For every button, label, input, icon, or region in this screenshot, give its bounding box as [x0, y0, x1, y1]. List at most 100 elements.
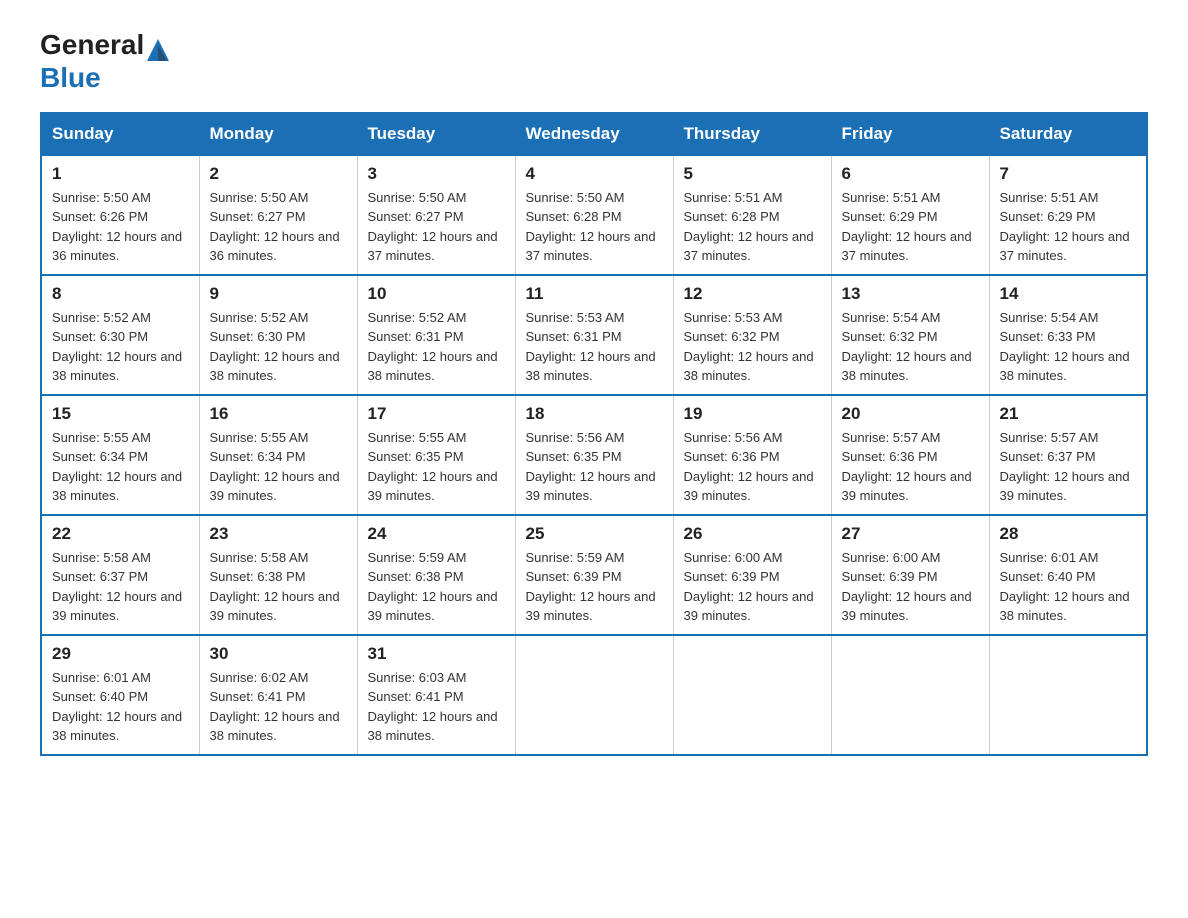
day-cell: 11 Sunrise: 5:53 AMSunset: 6:31 PMDaylig… — [515, 275, 673, 395]
day-number: 27 — [842, 524, 979, 544]
day-info: Sunrise: 5:51 AMSunset: 6:29 PMDaylight:… — [1000, 190, 1130, 264]
col-header-wednesday: Wednesday — [515, 113, 673, 155]
calendar-header-row: SundayMondayTuesdayWednesdayThursdayFrid… — [41, 113, 1147, 155]
day-cell: 12 Sunrise: 5:53 AMSunset: 6:32 PMDaylig… — [673, 275, 831, 395]
day-info: Sunrise: 5:52 AMSunset: 6:30 PMDaylight:… — [210, 310, 340, 384]
day-cell: 9 Sunrise: 5:52 AMSunset: 6:30 PMDayligh… — [199, 275, 357, 395]
day-info: Sunrise: 5:50 AMSunset: 6:26 PMDaylight:… — [52, 190, 182, 264]
day-cell: 31 Sunrise: 6:03 AMSunset: 6:41 PMDaylig… — [357, 635, 515, 755]
day-number: 18 — [526, 404, 663, 424]
day-info: Sunrise: 5:55 AMSunset: 6:35 PMDaylight:… — [368, 430, 498, 504]
day-cell: 18 Sunrise: 5:56 AMSunset: 6:35 PMDaylig… — [515, 395, 673, 515]
day-cell: 4 Sunrise: 5:50 AMSunset: 6:28 PMDayligh… — [515, 155, 673, 275]
day-cell: 26 Sunrise: 6:00 AMSunset: 6:39 PMDaylig… — [673, 515, 831, 635]
day-number: 15 — [52, 404, 189, 424]
day-info: Sunrise: 5:50 AMSunset: 6:28 PMDaylight:… — [526, 190, 656, 264]
day-cell: 30 Sunrise: 6:02 AMSunset: 6:41 PMDaylig… — [199, 635, 357, 755]
col-header-tuesday: Tuesday — [357, 113, 515, 155]
day-number: 20 — [842, 404, 979, 424]
day-number: 13 — [842, 284, 979, 304]
day-number: 21 — [1000, 404, 1137, 424]
day-number: 4 — [526, 164, 663, 184]
day-cell: 16 Sunrise: 5:55 AMSunset: 6:34 PMDaylig… — [199, 395, 357, 515]
col-header-sunday: Sunday — [41, 113, 199, 155]
day-cell: 27 Sunrise: 6:00 AMSunset: 6:39 PMDaylig… — [831, 515, 989, 635]
day-number: 12 — [684, 284, 821, 304]
day-info: Sunrise: 5:55 AMSunset: 6:34 PMDaylight:… — [210, 430, 340, 504]
day-info: Sunrise: 5:51 AMSunset: 6:28 PMDaylight:… — [684, 190, 814, 264]
day-number: 10 — [368, 284, 505, 304]
day-cell: 17 Sunrise: 5:55 AMSunset: 6:35 PMDaylig… — [357, 395, 515, 515]
day-number: 28 — [1000, 524, 1137, 544]
day-info: Sunrise: 5:57 AMSunset: 6:37 PMDaylight:… — [1000, 430, 1130, 504]
day-info: Sunrise: 5:54 AMSunset: 6:32 PMDaylight:… — [842, 310, 972, 384]
day-cell: 24 Sunrise: 5:59 AMSunset: 6:38 PMDaylig… — [357, 515, 515, 635]
day-number: 9 — [210, 284, 347, 304]
col-header-saturday: Saturday — [989, 113, 1147, 155]
col-header-monday: Monday — [199, 113, 357, 155]
day-cell: 13 Sunrise: 5:54 AMSunset: 6:32 PMDaylig… — [831, 275, 989, 395]
day-cell: 7 Sunrise: 5:51 AMSunset: 6:29 PMDayligh… — [989, 155, 1147, 275]
day-info: Sunrise: 5:53 AMSunset: 6:32 PMDaylight:… — [684, 310, 814, 384]
day-info: Sunrise: 6:03 AMSunset: 6:41 PMDaylight:… — [368, 670, 498, 744]
day-number: 16 — [210, 404, 347, 424]
day-number: 3 — [368, 164, 505, 184]
day-cell: 6 Sunrise: 5:51 AMSunset: 6:29 PMDayligh… — [831, 155, 989, 275]
day-number: 1 — [52, 164, 189, 184]
week-row-1: 1 Sunrise: 5:50 AMSunset: 6:26 PMDayligh… — [41, 155, 1147, 275]
day-number: 25 — [526, 524, 663, 544]
day-info: Sunrise: 5:52 AMSunset: 6:31 PMDaylight:… — [368, 310, 498, 384]
day-number: 5 — [684, 164, 821, 184]
col-header-friday: Friday — [831, 113, 989, 155]
day-number: 31 — [368, 644, 505, 664]
day-info: Sunrise: 6:01 AMSunset: 6:40 PMDaylight:… — [1000, 550, 1130, 624]
week-row-4: 22 Sunrise: 5:58 AMSunset: 6:37 PMDaylig… — [41, 515, 1147, 635]
day-cell — [989, 635, 1147, 755]
page-header: General Blue — [40, 30, 1148, 94]
day-info: Sunrise: 6:00 AMSunset: 6:39 PMDaylight:… — [684, 550, 814, 624]
day-info: Sunrise: 5:54 AMSunset: 6:33 PMDaylight:… — [1000, 310, 1130, 384]
day-cell: 19 Sunrise: 5:56 AMSunset: 6:36 PMDaylig… — [673, 395, 831, 515]
logo: General Blue — [40, 30, 172, 94]
day-info: Sunrise: 5:56 AMSunset: 6:36 PMDaylight:… — [684, 430, 814, 504]
day-cell: 2 Sunrise: 5:50 AMSunset: 6:27 PMDayligh… — [199, 155, 357, 275]
logo-icon — [145, 37, 171, 63]
day-info: Sunrise: 5:59 AMSunset: 6:38 PMDaylight:… — [368, 550, 498, 624]
day-cell: 21 Sunrise: 5:57 AMSunset: 6:37 PMDaylig… — [989, 395, 1147, 515]
day-cell: 14 Sunrise: 5:54 AMSunset: 6:33 PMDaylig… — [989, 275, 1147, 395]
day-cell — [515, 635, 673, 755]
day-cell: 3 Sunrise: 5:50 AMSunset: 6:27 PMDayligh… — [357, 155, 515, 275]
calendar-table: SundayMondayTuesdayWednesdayThursdayFrid… — [40, 112, 1148, 756]
day-info: Sunrise: 5:53 AMSunset: 6:31 PMDaylight:… — [526, 310, 656, 384]
day-cell: 23 Sunrise: 5:58 AMSunset: 6:38 PMDaylig… — [199, 515, 357, 635]
day-cell — [673, 635, 831, 755]
day-cell: 22 Sunrise: 5:58 AMSunset: 6:37 PMDaylig… — [41, 515, 199, 635]
day-number: 30 — [210, 644, 347, 664]
day-number: 29 — [52, 644, 189, 664]
day-cell: 5 Sunrise: 5:51 AMSunset: 6:28 PMDayligh… — [673, 155, 831, 275]
day-number: 14 — [1000, 284, 1137, 304]
day-number: 8 — [52, 284, 189, 304]
day-number: 26 — [684, 524, 821, 544]
week-row-3: 15 Sunrise: 5:55 AMSunset: 6:34 PMDaylig… — [41, 395, 1147, 515]
day-number: 2 — [210, 164, 347, 184]
day-info: Sunrise: 5:58 AMSunset: 6:37 PMDaylight:… — [52, 550, 182, 624]
week-row-2: 8 Sunrise: 5:52 AMSunset: 6:30 PMDayligh… — [41, 275, 1147, 395]
day-info: Sunrise: 6:00 AMSunset: 6:39 PMDaylight:… — [842, 550, 972, 624]
day-cell: 25 Sunrise: 5:59 AMSunset: 6:39 PMDaylig… — [515, 515, 673, 635]
day-info: Sunrise: 6:02 AMSunset: 6:41 PMDaylight:… — [210, 670, 340, 744]
day-cell: 15 Sunrise: 5:55 AMSunset: 6:34 PMDaylig… — [41, 395, 199, 515]
day-cell: 8 Sunrise: 5:52 AMSunset: 6:30 PMDayligh… — [41, 275, 199, 395]
day-number: 6 — [842, 164, 979, 184]
day-number: 17 — [368, 404, 505, 424]
day-number: 11 — [526, 284, 663, 304]
day-info: Sunrise: 5:58 AMSunset: 6:38 PMDaylight:… — [210, 550, 340, 624]
day-info: Sunrise: 5:56 AMSunset: 6:35 PMDaylight:… — [526, 430, 656, 504]
day-cell: 10 Sunrise: 5:52 AMSunset: 6:31 PMDaylig… — [357, 275, 515, 395]
day-number: 24 — [368, 524, 505, 544]
day-cell: 29 Sunrise: 6:01 AMSunset: 6:40 PMDaylig… — [41, 635, 199, 755]
day-info: Sunrise: 5:57 AMSunset: 6:36 PMDaylight:… — [842, 430, 972, 504]
day-info: Sunrise: 5:55 AMSunset: 6:34 PMDaylight:… — [52, 430, 182, 504]
logo-general-text: General — [40, 29, 144, 60]
day-number: 7 — [1000, 164, 1137, 184]
